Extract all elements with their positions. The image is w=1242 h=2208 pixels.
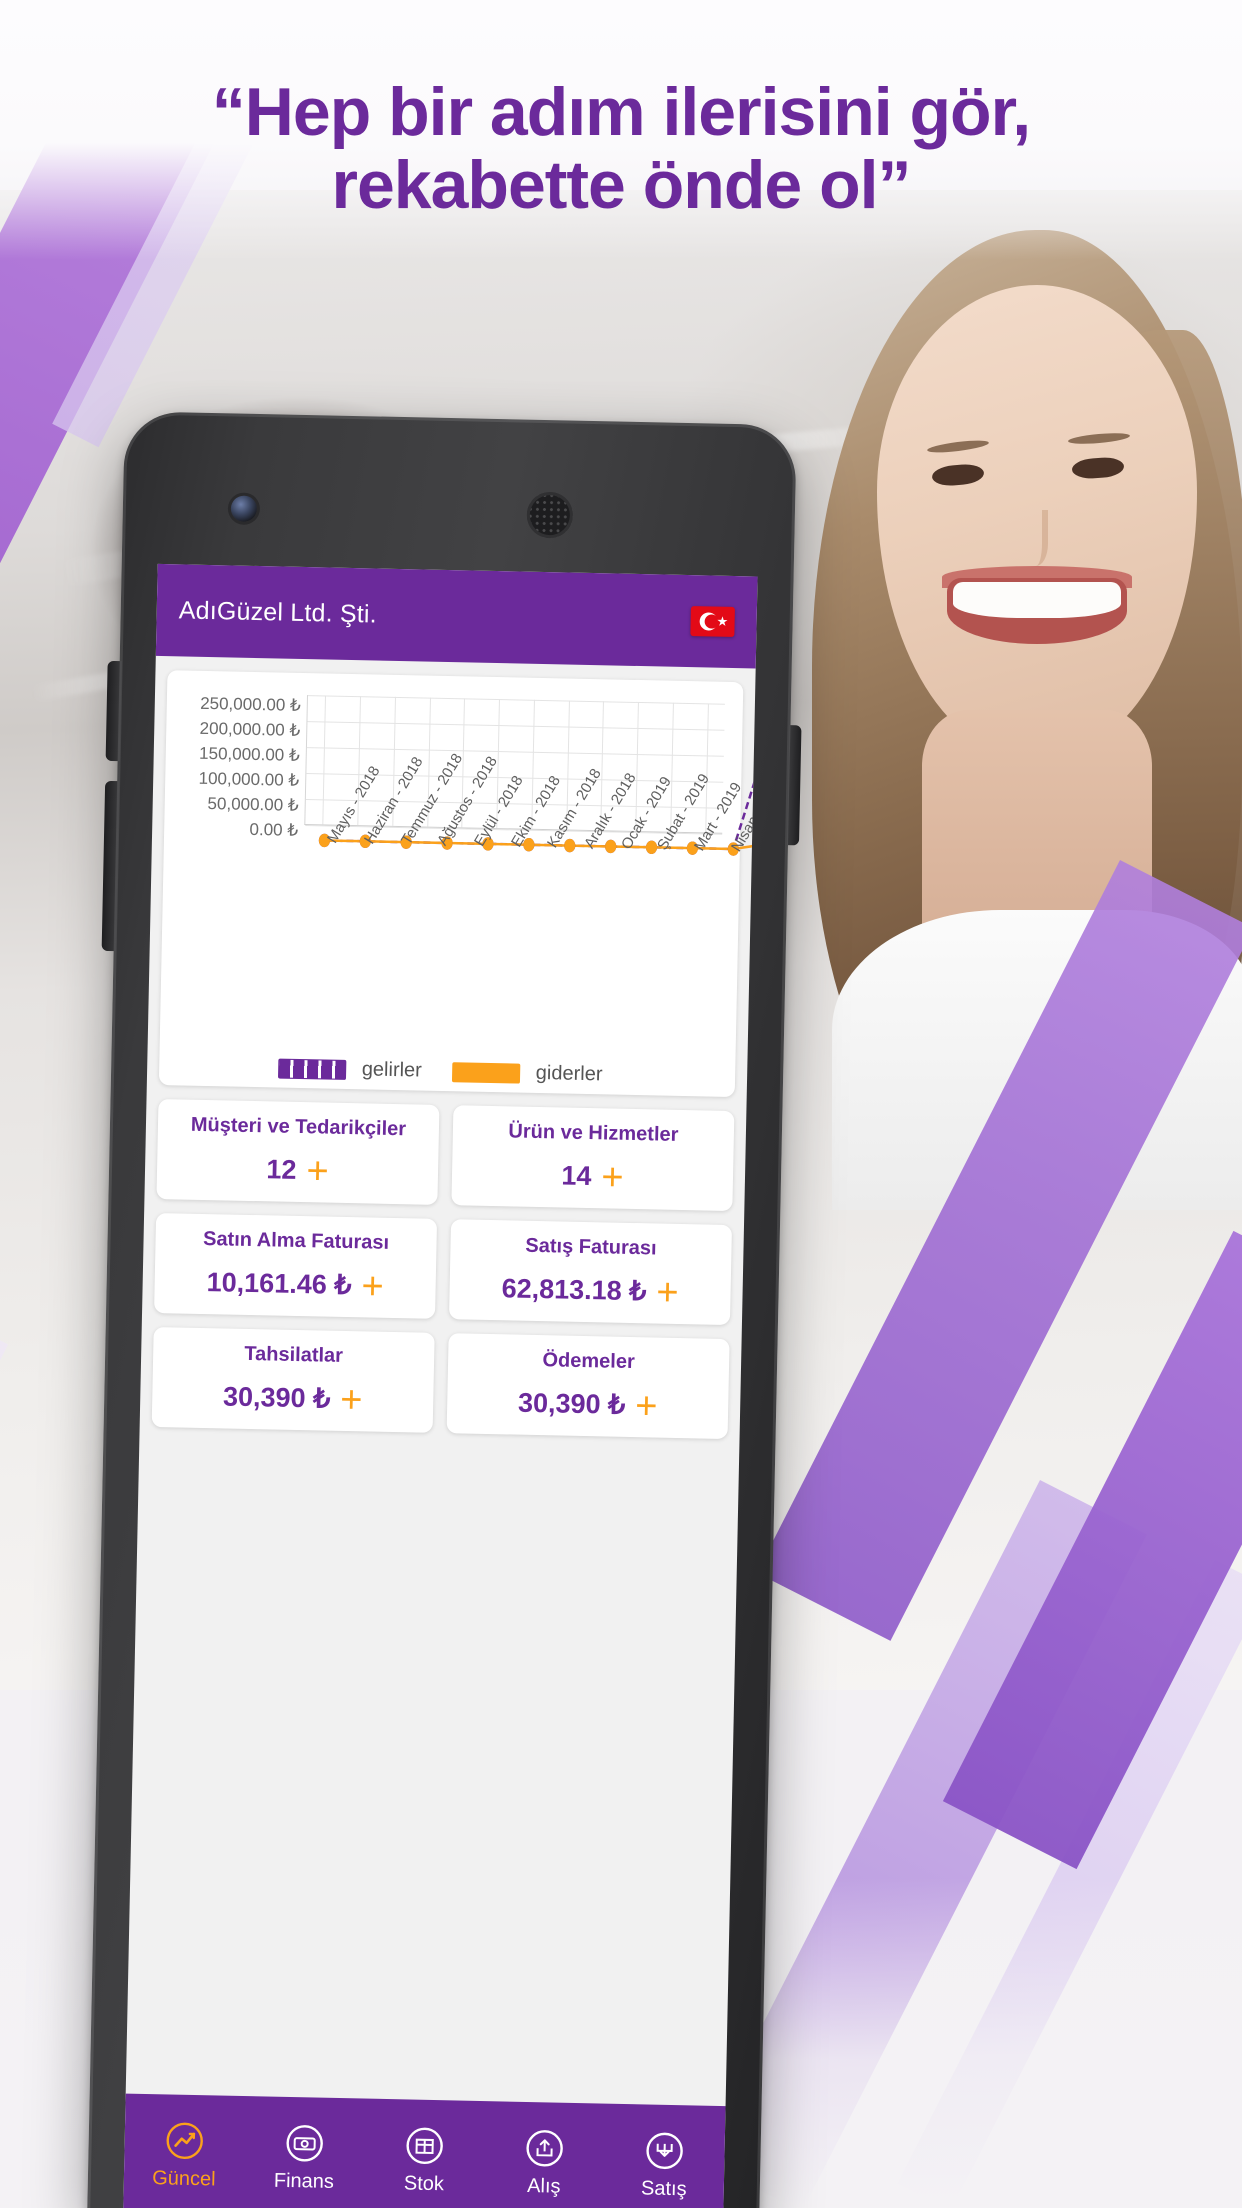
company-name: AdıGüzel Ltd. Şti. xyxy=(178,595,378,628)
chart-growth-icon xyxy=(166,2122,203,2160)
phone-screen: AdıGüzel Ltd. Şti. ★ 250,000.00 ₺ 200,00… xyxy=(123,563,758,2208)
nav-label: Finans xyxy=(273,2169,335,2193)
legend-swatch-giderler xyxy=(451,1061,521,1084)
legend-swatch-gelirler xyxy=(277,1058,347,1080)
stat-value: 62,813.18 ₺ xyxy=(501,1273,647,1307)
stat-card-payments[interactable]: Ödemeler 30,390 ₺ + xyxy=(446,1333,730,1440)
app-header: AdıGüzel Ltd. Şti. ★ xyxy=(155,563,758,669)
y-tick: 250,000.00 ₺ xyxy=(199,693,301,715)
headline-line-2: rekabette önde ol” xyxy=(331,147,911,224)
stat-title: Tahsilatlar xyxy=(244,1342,344,1367)
add-button[interactable]: + xyxy=(361,1265,384,1307)
add-button[interactable]: + xyxy=(340,1378,363,1420)
page-title: “Hep bir adım ilerisini gör, rekabette ö… xyxy=(0,77,1242,224)
stat-value: 30,390 ₺ xyxy=(222,1381,331,1414)
nav-label: Güncel xyxy=(152,2167,216,2191)
stat-value: 10,161.46 ₺ xyxy=(206,1267,352,1301)
legend-label-giderler: giderler xyxy=(535,1061,603,1086)
y-tick: 0.00 ₺ xyxy=(249,819,299,840)
stat-title: Satış Faturası xyxy=(525,1234,657,1260)
money-icon xyxy=(286,2125,323,2162)
y-tick: 150,000.00 ₺ xyxy=(198,743,300,765)
stat-title: Ürün ve Hizmetler xyxy=(508,1120,679,1146)
headline-line-1: “Hep bir adım ilerisini gör, xyxy=(211,74,1031,150)
x-axis-tick-labels: Mayıs - 2018 Haziran - 2018 Temmuz - 2018 A… xyxy=(299,751,757,996)
nav-item-stok[interactable]: Stok xyxy=(369,2125,480,2197)
nav-item-finans[interactable]: Finans xyxy=(249,2122,360,2194)
bottom-navigation: Güncel Finans Stok Alış Satış xyxy=(123,2093,726,2208)
revenue-expense-chart-card[interactable]: 250,000.00 ₺ 200,000.00 ₺ 150,000.00 ₺ 1… xyxy=(158,670,758,1098)
download-box-icon xyxy=(646,2132,683,2170)
stat-card-sales-invoice[interactable]: Satış Faturası 62,813.18 ₺ + xyxy=(448,1219,733,1326)
nav-label: Alış xyxy=(526,2174,561,2198)
y-axis-tick-labels: 250,000.00 ₺ 200,000.00 ₺ 150,000.00 ₺ 1… xyxy=(174,690,301,843)
chart-plot-area: 250,000.00 ₺ 200,000.00 ₺ 150,000.00 ₺ 1… xyxy=(171,684,758,996)
add-button[interactable]: + xyxy=(635,1385,658,1427)
legend-label-gelirler: gelirler xyxy=(361,1058,423,1082)
box-icon xyxy=(406,2127,443,2165)
stat-title: Müşteri ve Tedarikçiler xyxy=(190,1113,407,1141)
upload-box-icon xyxy=(526,2130,563,2167)
nav-item-alis[interactable]: Alış xyxy=(489,2127,600,2199)
add-button[interactable]: + xyxy=(601,1156,624,1198)
stat-value: 30,390 ₺ xyxy=(517,1387,626,1420)
add-button[interactable]: + xyxy=(306,1150,329,1192)
volume-button xyxy=(105,660,122,762)
stat-card-purchase-invoice[interactable]: Satın Alma Faturası 10,161.46 ₺ + xyxy=(154,1213,438,1319)
nav-item-satis[interactable]: Satış xyxy=(609,2130,720,2202)
add-button[interactable]: + xyxy=(656,1271,679,1313)
stat-card-customers-suppliers[interactable]: Müşteri ve Tedarikçiler 12 + xyxy=(156,1099,440,1205)
chart-legend: gelirler giderler xyxy=(159,1054,735,1089)
stat-value: 14 xyxy=(561,1160,592,1192)
stat-card-products-services[interactable]: Ürün ve Hizmetler 14 + xyxy=(451,1105,735,1212)
side-button-right xyxy=(786,725,802,846)
stat-title: Satın Alma Faturası xyxy=(202,1228,390,1254)
y-tick: 50,000.00 ₺ xyxy=(207,794,299,815)
nav-label: Stok xyxy=(403,2172,445,2196)
y-tick: 200,000.00 ₺ xyxy=(199,718,301,740)
stat-card-collections[interactable]: Tahsilatlar 30,390 ₺ + xyxy=(151,1326,435,1433)
stat-cards: Müşteri ve Tedarikçiler 12 + Ürün ve Hiz… xyxy=(140,1099,747,1440)
stat-value: 12 xyxy=(266,1154,297,1185)
stat-title: Ödemeler xyxy=(542,1349,635,1374)
turkish-flag-icon[interactable]: ★ xyxy=(690,606,735,637)
nav-item-guncel[interactable]: Güncel xyxy=(129,2120,240,2192)
y-tick: 100,000.00 ₺ xyxy=(198,768,300,790)
phone-mockup: AdıGüzel Ltd. Şti. ★ 250,000.00 ₺ 200,00… xyxy=(77,411,805,2208)
nav-label: Satış xyxy=(640,2177,687,2201)
